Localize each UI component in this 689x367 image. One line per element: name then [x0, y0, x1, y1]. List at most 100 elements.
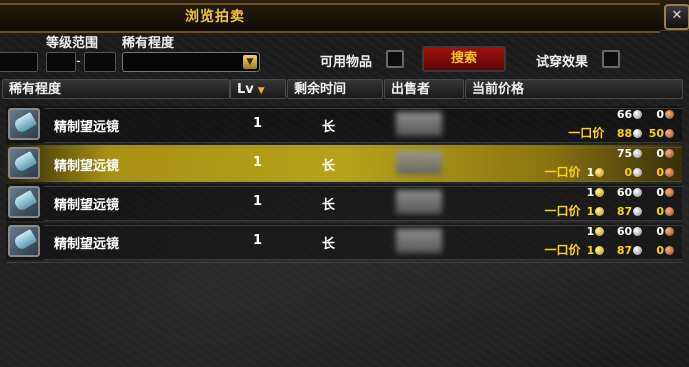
seller-name-redacted	[396, 151, 442, 175]
close-icon: ✕	[671, 8, 683, 23]
item-level: 1	[253, 155, 263, 170]
copper-coin-icon	[665, 188, 674, 197]
copper-coin-icon	[665, 207, 674, 216]
buyout-label: 一口价	[544, 204, 581, 218]
silver-coin-icon	[633, 188, 643, 197]
bid-copper: 0	[656, 147, 664, 160]
copper-coin-icon	[665, 168, 674, 177]
bid-silver: 66	[616, 108, 633, 121]
silver-coin-icon	[633, 168, 643, 177]
close-button[interactable]: ✕	[664, 4, 689, 30]
column-header-rarity[interactable]: 稀有程度	[2, 79, 230, 99]
bid-copper: 0	[656, 108, 664, 121]
bid-silver: 60	[616, 186, 633, 199]
buyout-silver: 87	[616, 205, 633, 218]
bid-copper: 0	[656, 225, 664, 238]
list-divider	[6, 262, 682, 263]
bid-silver: 60	[616, 225, 633, 238]
item-time-left: 长	[322, 237, 336, 252]
bid-silver: 75	[616, 147, 633, 160]
usable-items-checkbox[interactable]	[386, 50, 404, 68]
telescope-icon[interactable]	[8, 147, 40, 179]
title-bar: 浏览拍卖 ✕	[0, 0, 689, 33]
item-level: 1	[253, 233, 263, 248]
chevron-down-icon[interactable]: ▼	[243, 55, 257, 69]
buyout-copper: 0	[656, 244, 664, 257]
bid-copper: 0	[656, 186, 664, 199]
gold-coin-icon	[595, 227, 605, 236]
column-header-current-price-label: 当前价格	[472, 82, 525, 97]
gold-coin-icon	[595, 207, 605, 216]
buyout-label: 一口价	[544, 165, 581, 179]
buyout-copper: 50	[648, 127, 664, 140]
copper-coin-icon	[665, 227, 674, 236]
buyout-copper: 0	[656, 205, 664, 218]
buyout-gold: 1	[586, 244, 595, 257]
buyout-copper: 0	[656, 166, 664, 179]
level-dash: -	[76, 54, 81, 69]
item-name: 精制望远镜	[54, 159, 120, 174]
search-button[interactable]: 搜索	[422, 46, 506, 72]
copper-coin-icon	[665, 149, 674, 158]
rarity-dropdown[interactable]: ▼	[122, 52, 260, 72]
buyout-gold: 1	[586, 166, 595, 179]
buyout-silver: 87	[616, 244, 633, 257]
telescope-icon[interactable]	[8, 225, 40, 257]
silver-coin-icon	[633, 227, 643, 236]
preview-checkbox[interactable]	[602, 50, 620, 68]
gold-coin-icon	[595, 246, 605, 255]
rarity-label: 稀有程度	[122, 36, 175, 51]
column-header-seller-label: 出售者	[391, 82, 431, 97]
gold-coin-icon	[595, 168, 605, 177]
preview-label: 试穿效果	[536, 55, 589, 70]
buyout-silver: 0	[624, 166, 633, 179]
bid-price: 1 60 0	[586, 186, 676, 199]
item-level: 1	[253, 194, 263, 209]
auction-row-selected[interactable]: 精制望远镜 1 长 75 0 一口价 1 0 0	[6, 145, 682, 182]
min-level-input[interactable]	[46, 52, 76, 72]
column-header-level-label: Lv	[237, 82, 254, 97]
seller-name-redacted	[396, 229, 442, 253]
silver-coin-icon	[633, 246, 643, 255]
item-name: 精制望远镜	[54, 237, 120, 252]
column-header-time-left[interactable]: 剩余时间	[287, 79, 383, 99]
silver-coin-icon	[633, 129, 643, 138]
buyout-gold: 1	[586, 205, 595, 218]
item-name: 精制望远镜	[54, 120, 120, 135]
buyout-price: 一口价 1 0 0	[544, 163, 676, 179]
sort-down-arrow-icon: ▼	[257, 86, 265, 96]
search-name-input[interactable]	[0, 52, 38, 72]
bid-price: 75 0	[610, 147, 676, 160]
silver-coin-icon	[633, 149, 643, 158]
copper-coin-icon	[665, 129, 674, 138]
item-time-left: 长	[322, 120, 336, 135]
copper-coin-icon	[665, 246, 674, 255]
level-range-label: 等级范围	[46, 36, 99, 51]
seller-name-redacted	[396, 112, 442, 136]
column-header-current-price[interactable]: 当前价格	[465, 79, 683, 99]
silver-coin-icon	[633, 207, 643, 216]
telescope-icon[interactable]	[8, 108, 40, 140]
auction-row[interactable]: 精制望远镜 1 长 66 0 一口价 88 50	[6, 106, 682, 143]
max-level-input[interactable]	[84, 52, 116, 72]
window-title: 浏览拍卖	[185, 9, 245, 25]
column-header-level[interactable]: Lv ▼	[230, 79, 286, 99]
telescope-icon[interactable]	[8, 186, 40, 218]
seller-name-redacted	[396, 190, 442, 214]
auction-row[interactable]: 精制望远镜 1 长 1 60 0 一口价 1 87 0	[6, 223, 682, 260]
item-level: 1	[253, 116, 263, 131]
bid-gold: 1	[586, 186, 595, 199]
column-header-rarity-label: 稀有程度	[9, 82, 62, 97]
item-time-left: 长	[322, 198, 336, 213]
copper-coin-icon	[665, 110, 674, 119]
auction-row[interactable]: 精制望远镜 1 长 1 60 0 一口价 1 87 0	[6, 184, 682, 221]
bid-price: 66 0	[610, 108, 676, 121]
buyout-label: 一口价	[568, 126, 605, 140]
buyout-silver: 88	[616, 127, 633, 140]
bid-price: 1 60 0	[586, 225, 676, 238]
gold-coin-icon	[595, 188, 605, 197]
item-name: 精制望远镜	[54, 198, 120, 213]
column-header-seller[interactable]: 出售者	[384, 79, 464, 99]
usable-items-label: 可用物品	[320, 55, 373, 70]
buyout-price: 一口价 1 87 0	[544, 202, 676, 218]
